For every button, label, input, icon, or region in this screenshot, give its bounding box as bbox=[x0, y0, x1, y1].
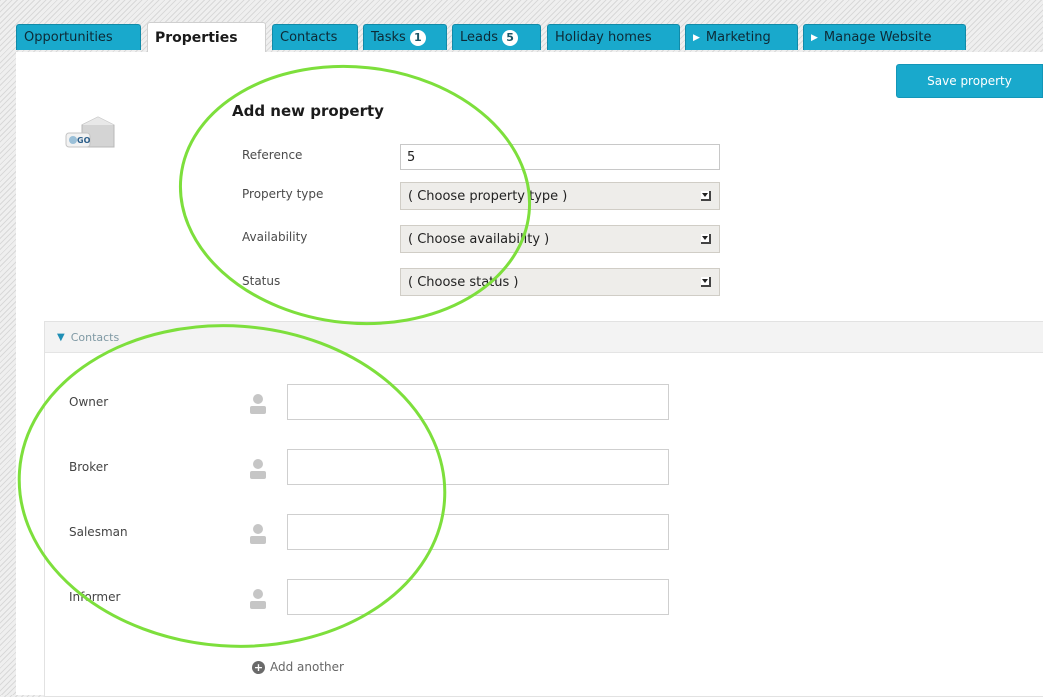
tab-tasks[interactable]: Tasks 1 bbox=[363, 24, 447, 50]
tab-label: Contacts bbox=[280, 30, 338, 45]
collapse-triangle-icon[interactable]: ▼ bbox=[57, 332, 65, 343]
tab-leads[interactable]: Leads 5 bbox=[452, 24, 541, 50]
property-panel: Save property GO Add new property Refere… bbox=[16, 52, 1043, 697]
salesman-label: Salesman bbox=[69, 525, 128, 539]
tab-label: Manage Website bbox=[823, 30, 932, 45]
dropdown-arrow-icon[interactable] bbox=[701, 277, 711, 287]
tab-label: Properties bbox=[155, 29, 238, 46]
house-logo-icon: GO bbox=[65, 116, 115, 148]
tab-label: Holiday homes bbox=[555, 30, 652, 45]
person-icon bbox=[250, 394, 266, 414]
owner-label: Owner bbox=[69, 395, 109, 409]
add-another-label: Add another bbox=[270, 660, 344, 674]
tab-opportunities[interactable]: Opportunities bbox=[16, 24, 141, 50]
person-icon bbox=[250, 589, 266, 609]
informer-contact-input[interactable] bbox=[287, 579, 669, 615]
tab-properties[interactable]: Properties bbox=[147, 22, 266, 52]
leads-count-badge: 5 bbox=[502, 29, 519, 46]
chevron-right-icon: ▶ bbox=[693, 32, 700, 43]
owner-contact-input[interactable] bbox=[287, 384, 669, 420]
tab-contacts[interactable]: Contacts bbox=[272, 24, 358, 50]
tab-marketing[interactable]: ▶ Marketing bbox=[685, 24, 798, 50]
contacts-header-label: Contacts bbox=[70, 330, 120, 344]
tab-label: Opportunities bbox=[24, 30, 113, 45]
save-property-button[interactable]: Save property bbox=[896, 64, 1043, 98]
status-select[interactable]: ( Choose status ) bbox=[400, 268, 720, 296]
chevron-right-icon: ▶ bbox=[811, 32, 818, 43]
broker-contact-input[interactable] bbox=[287, 449, 669, 485]
property-logo: GO bbox=[58, 109, 118, 161]
tab-label: Marketing bbox=[705, 30, 771, 45]
availability-label: Availability bbox=[242, 230, 308, 244]
salesman-contact-input[interactable] bbox=[287, 514, 669, 550]
contacts-section: ▼ Contacts Owner Broker Salesman Informe… bbox=[44, 321, 1043, 697]
add-another-link[interactable]: + Add another bbox=[252, 660, 344, 674]
status-label: Status bbox=[242, 274, 281, 288]
person-icon bbox=[250, 459, 266, 479]
reference-input[interactable] bbox=[400, 144, 720, 170]
tab-holiday-homes[interactable]: Holiday homes bbox=[547, 24, 680, 50]
tab-manage-website[interactable]: ▶ Manage Website bbox=[803, 24, 966, 50]
dropdown-arrow-icon[interactable] bbox=[701, 191, 711, 201]
tasks-count-badge: 1 bbox=[409, 29, 426, 46]
tab-bar: Opportunities Properties Contacts Tasks 1… bbox=[16, 22, 1043, 52]
property-type-select[interactable]: ( Choose property type ) bbox=[400, 182, 720, 210]
availability-select[interactable]: ( Choose availability ) bbox=[400, 225, 720, 253]
property-type-label: Property type bbox=[242, 187, 324, 201]
tab-label: Leads bbox=[460, 30, 499, 45]
contacts-section-header[interactable]: ▼ Contacts bbox=[45, 322, 1043, 353]
form-title: Add new property bbox=[232, 102, 384, 120]
logo-text: GO bbox=[77, 136, 91, 145]
availability-value: ( Choose availability ) bbox=[408, 231, 550, 247]
status-value: ( Choose status ) bbox=[408, 274, 519, 290]
dropdown-arrow-icon[interactable] bbox=[701, 234, 711, 244]
broker-label: Broker bbox=[69, 460, 109, 474]
reference-label: Reference bbox=[242, 148, 303, 162]
person-icon bbox=[250, 524, 266, 544]
property-type-value: ( Choose property type ) bbox=[408, 188, 568, 204]
informer-label: Informer bbox=[69, 590, 121, 604]
tab-label: Tasks bbox=[371, 30, 406, 45]
add-circle-icon: + bbox=[252, 660, 265, 674]
